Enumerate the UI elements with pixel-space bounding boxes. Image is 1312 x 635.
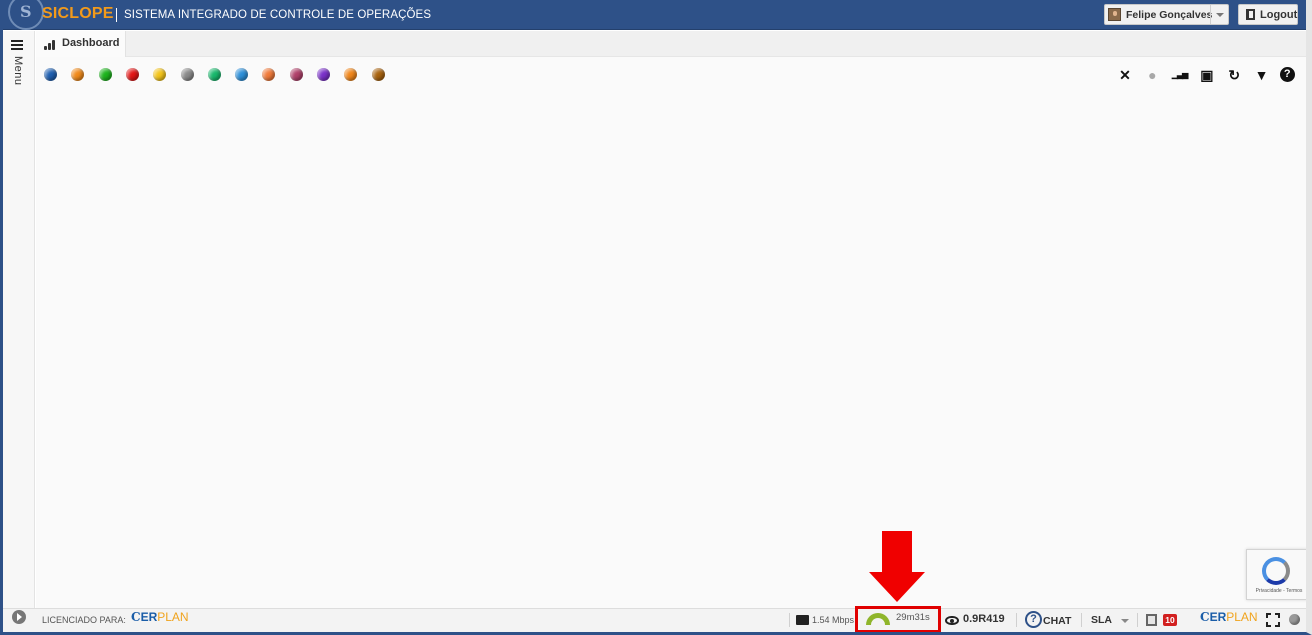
divider: [1081, 613, 1082, 627]
red-ball-icon[interactable]: [125, 68, 139, 81]
monitor-icon[interactable]: ▣: [1198, 66, 1216, 84]
erplan-logo-footer: CERPLAN: [1200, 610, 1258, 624]
user-name: Felipe Gonçalves: [1126, 9, 1213, 21]
dashboard-toolbar: ✕ ● ▁▃▅ ▣ ↻ ▼?: [1116, 66, 1300, 84]
status-ball-icon[interactable]: ●: [1143, 66, 1161, 84]
logout-icon: [1246, 9, 1255, 20]
sla-dropdown[interactable]: SLA: [1091, 614, 1112, 626]
signal-bars-icon[interactable]: ▁▃▅: [1171, 66, 1189, 84]
recaptcha-icon: [1262, 557, 1290, 585]
divider: [1016, 613, 1017, 627]
divider: [789, 613, 790, 627]
recaptcha-text: Privacidade - Termos: [1255, 588, 1303, 594]
version-label: 0.9R419: [963, 613, 1005, 625]
erplan-logo: CERPLAN: [131, 610, 189, 624]
hamburger-menu-icon[interactable]: [11, 40, 23, 50]
session-timer: 29m31s: [896, 612, 930, 623]
emerald-ball-icon[interactable]: [207, 68, 221, 81]
purple-ball-icon[interactable]: [317, 68, 330, 81]
user-dropdown[interactable]: Felipe Gonçalves: [1104, 4, 1229, 25]
blue-ball-icon[interactable]: [44, 68, 57, 81]
siclope-logo-icon: S: [8, 0, 44, 30]
logout-button[interactable]: Logout: [1238, 4, 1298, 25]
side-menu-strip[interactable]: [3, 31, 35, 608]
expand-arrow-icon[interactable]: [12, 610, 26, 624]
dashboard-content: [36, 57, 1306, 608]
fullscreen-icon[interactable]: [1266, 613, 1280, 627]
help-icon[interactable]: ?: [1279, 67, 1295, 82]
document-icon[interactable]: [1146, 614, 1157, 626]
menu-label[interactable]: Menu: [12, 56, 24, 86]
divider: [1137, 613, 1138, 627]
tab-dashboard-label: Dashboard: [62, 37, 120, 49]
annotation-arrow-shaft: [882, 531, 912, 573]
tab-dashboard[interactable]: Dashboard: [36, 31, 126, 57]
tab-bar: [36, 31, 1306, 57]
green-ball-icon[interactable]: [98, 68, 112, 81]
rose-ball-icon[interactable]: [289, 68, 303, 81]
bandwidth-icon: [796, 615, 809, 625]
brand-divider: [116, 8, 117, 22]
refresh-icon[interactable]: ↻: [1225, 66, 1243, 84]
eye-icon: [945, 616, 959, 625]
recaptcha-badge[interactable]: Privacidade - Termos: [1246, 549, 1308, 600]
avatar: [1108, 8, 1121, 21]
chevron-down-icon[interactable]: [1210, 5, 1228, 24]
licensed-label: LICENCIADO PARA:: [42, 615, 126, 625]
gray-ball-icon[interactable]: [180, 68, 194, 81]
close-icon[interactable]: ✕: [1116, 66, 1134, 84]
brown-ball-icon[interactable]: [371, 68, 385, 81]
chat-help-icon[interactable]: ?: [1025, 611, 1042, 628]
bandwidth-value: 1.54 Mbps: [812, 615, 855, 625]
connection-status-icon: [1289, 614, 1300, 625]
light-blue-ball-icon[interactable]: [235, 68, 249, 81]
brand-name: SICLOPE: [42, 5, 114, 22]
chat-button[interactable]: CHAT: [1043, 615, 1071, 627]
system-subtitle: SISTEMA INTEGRADO DE CONTROLE DE OPERAÇÕ…: [124, 9, 432, 21]
chevron-down-icon[interactable]: [1121, 619, 1129, 623]
logout-label: Logout: [1260, 9, 1298, 21]
filter-icon[interactable]: ▼: [1253, 66, 1271, 84]
notification-badge[interactable]: 10: [1163, 614, 1177, 626]
annotation-arrow-head: [869, 572, 925, 602]
top-header: S SICLOPE SISTEMA INTEGRADO DE CONTROLE …: [0, 0, 1312, 30]
bar-chart-icon: [44, 40, 58, 50]
